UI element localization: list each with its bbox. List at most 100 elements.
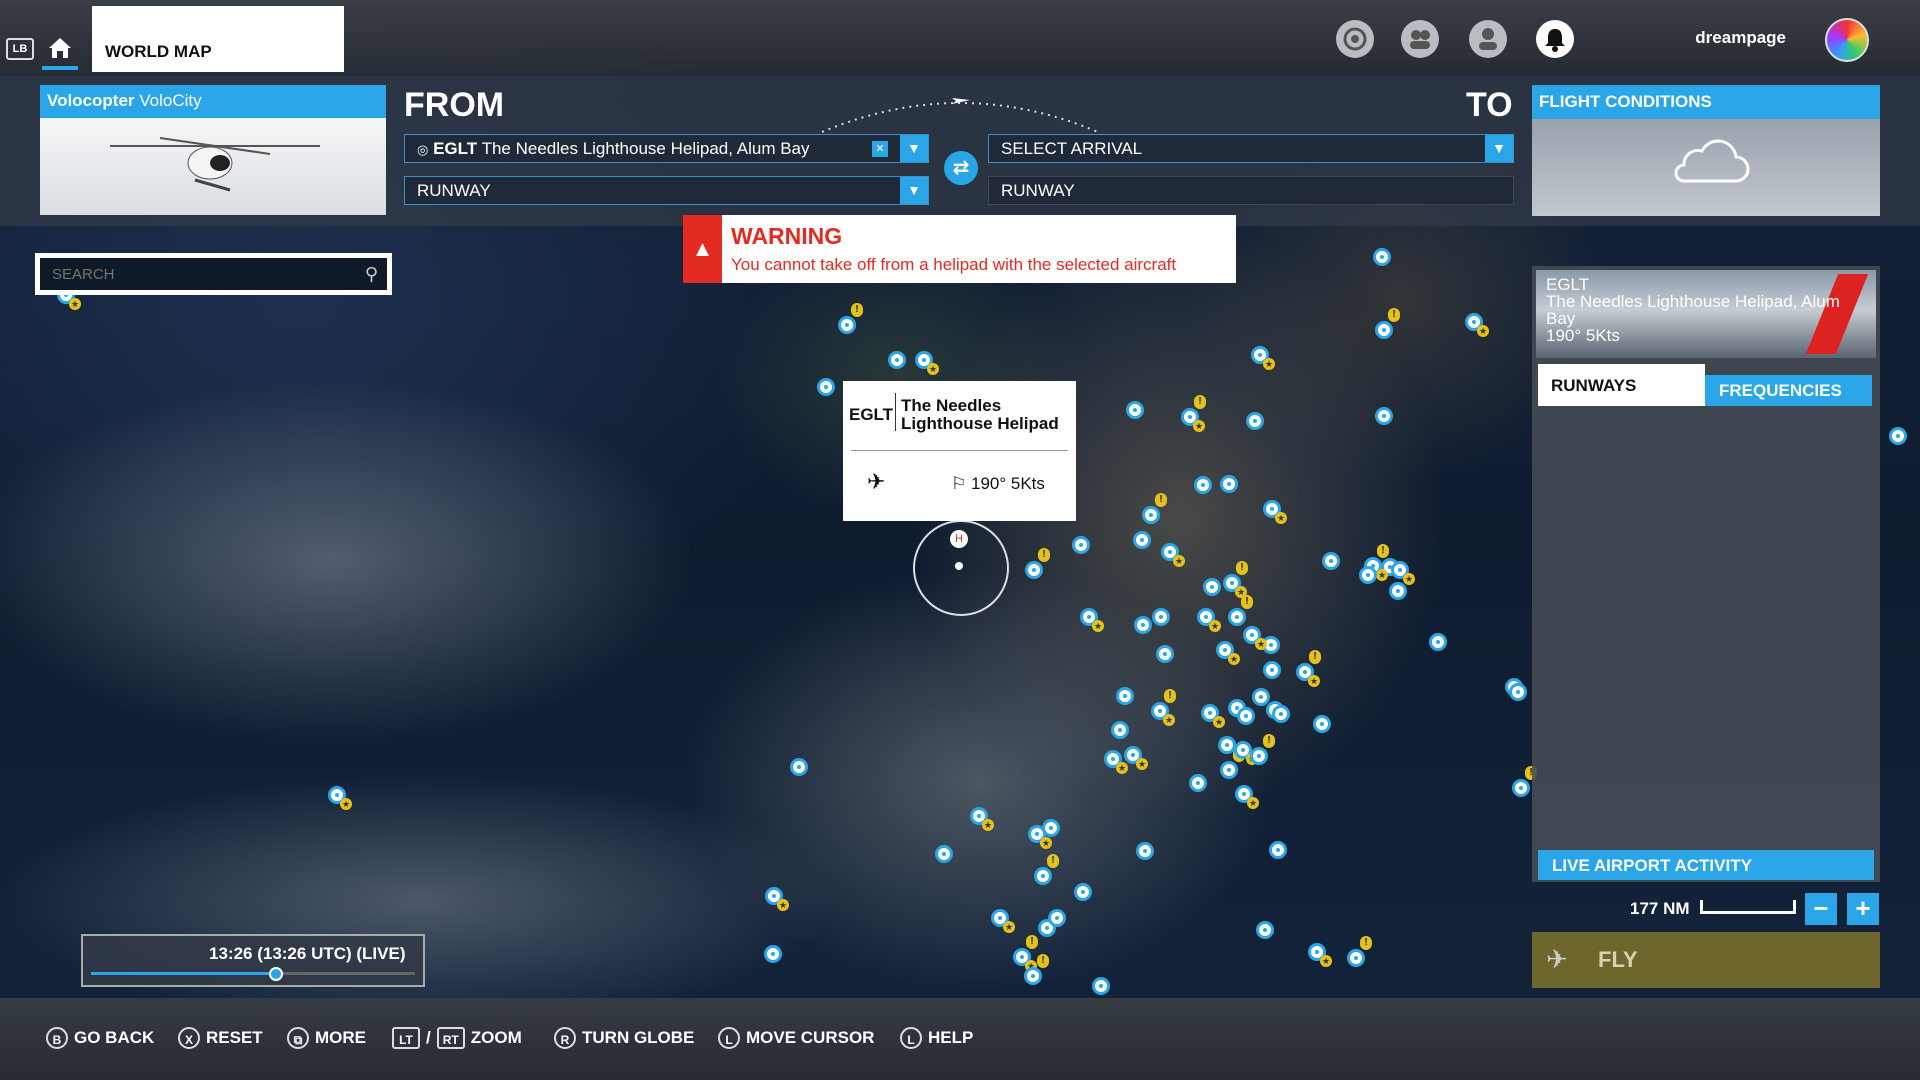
- airport-marker[interactable]: [790, 758, 808, 776]
- menu-button-icon: ⧉: [287, 1027, 309, 1049]
- takeoff-icon: ✈: [867, 469, 886, 494]
- airport-marker[interactable]: [1269, 841, 1287, 859]
- helipad-marker[interactable]: H: [950, 530, 968, 548]
- airport-marker[interactable]: [1272, 705, 1290, 723]
- reset-button[interactable]: X RESET: [178, 1027, 263, 1049]
- tab-world-map[interactable]: WORLD MAP: [92, 6, 344, 72]
- airport-marker[interactable]: [1373, 248, 1391, 266]
- airport-marker[interactable]: [1512, 779, 1530, 797]
- live-airport-activity-button[interactable]: LIVE AIRPORT ACTIVITY: [1538, 850, 1874, 880]
- airport-marker[interactable]: [1024, 967, 1042, 985]
- airport-marker[interactable]: [888, 351, 906, 369]
- airport-marker[interactable]: [1203, 578, 1221, 596]
- airport-marker[interactable]: [1152, 608, 1170, 626]
- airport-marker[interactable]: [1375, 407, 1393, 425]
- turn-globe-button[interactable]: R TURN GLOBE: [554, 1027, 694, 1049]
- arrival-runway-select[interactable]: RUNWAY: [988, 176, 1514, 205]
- username[interactable]: dreampage: [1695, 28, 1786, 48]
- airport-marker[interactable]: [1263, 661, 1281, 679]
- home-button[interactable]: [40, 30, 80, 70]
- tab-frequencies[interactable]: FREQUENCIES: [1705, 375, 1872, 406]
- profile-icon[interactable]: [1469, 20, 1507, 58]
- search-box[interactable]: ⚲: [35, 253, 392, 295]
- avatar[interactable]: [1825, 18, 1869, 62]
- popup-code: EGLT: [849, 405, 894, 424]
- airport-marker[interactable]: [1048, 909, 1066, 927]
- chevron-down-icon[interactable]: ▼: [900, 177, 928, 204]
- departure-runway-select[interactable]: RUNWAY ▼: [404, 176, 929, 205]
- move-cursor-button[interactable]: L MOVE CURSOR: [718, 1027, 874, 1049]
- airport-marker[interactable]: [1133, 531, 1151, 549]
- zoom-out-button[interactable]: −: [1805, 893, 1837, 925]
- more-button[interactable]: ⧉ MORE: [287, 1027, 366, 1049]
- plus-icon: +: [1855, 893, 1871, 923]
- airport-marker[interactable]: [1429, 633, 1447, 651]
- fly-label: FLY: [1598, 947, 1638, 972]
- aircraft-card[interactable]: Volocopter VoloCity: [40, 85, 386, 215]
- swap-route-button[interactable]: ⇄: [944, 151, 978, 185]
- airport-marker[interactable]: [1025, 561, 1043, 579]
- airport-marker[interactable]: [1220, 761, 1238, 779]
- flight-conditions-card[interactable]: FLIGHT CONDITIONS: [1532, 85, 1880, 216]
- friends-icon[interactable]: [1401, 20, 1439, 58]
- airport-marker[interactable]: [1142, 506, 1160, 524]
- time-control[interactable]: 13:26 (13:26 UTC) (LIVE): [81, 934, 425, 987]
- lb-button-hint[interactable]: LB: [6, 38, 34, 60]
- airport-marker[interactable]: [1074, 883, 1092, 901]
- chevron-down-icon[interactable]: ▼: [1485, 135, 1513, 162]
- airport-marker[interactable]: [1072, 536, 1090, 554]
- search-input[interactable]: [40, 258, 387, 290]
- airport-marker[interactable]: [1134, 616, 1152, 634]
- airport-marker[interactable]: [1889, 427, 1907, 445]
- departure-select[interactable]: ◎ EGLT The Needles Lighthouse Helipad, A…: [404, 134, 929, 163]
- search-icon[interactable]: ⚲: [365, 264, 378, 285]
- airport-marker[interactable]: [1313, 715, 1331, 733]
- airport-marker[interactable]: [1034, 867, 1052, 885]
- tab-runways[interactable]: RUNWAYS: [1538, 364, 1705, 406]
- airport-marker[interactable]: [1509, 683, 1527, 701]
- airport-popup[interactable]: EGLT The Needles Lighthouse Helipad ✈ ⚐ …: [843, 381, 1076, 521]
- airport-marker[interactable]: [1156, 645, 1174, 663]
- time-slider-fill: [91, 972, 276, 975]
- airport-marker[interactable]: [1092, 977, 1110, 995]
- alert-icon: !: [1360, 936, 1372, 950]
- lt-button-icon: LT: [392, 1027, 420, 1049]
- airport-marker[interactable]: [764, 945, 782, 963]
- airport-marker[interactable]: [1322, 552, 1340, 570]
- airport-marker[interactable]: [1389, 582, 1407, 600]
- airport-marker[interactable]: [1359, 566, 1377, 584]
- clear-departure-button[interactable]: ✕: [872, 141, 888, 157]
- notifications-icon[interactable]: [1536, 20, 1574, 58]
- arrival-select[interactable]: SELECT ARRIVAL ▼: [988, 134, 1514, 163]
- airport-marker[interactable]: [1375, 321, 1393, 339]
- airport-marker[interactable]: [1136, 842, 1154, 860]
- help-button[interactable]: L HELP: [900, 1027, 973, 1049]
- airport-marker[interactable]: [1246, 412, 1264, 430]
- airport-marker[interactable]: [1126, 401, 1144, 419]
- airport-marker[interactable]: [1256, 921, 1274, 939]
- zoom-in-button[interactable]: +: [1847, 893, 1879, 925]
- airport-marker[interactable]: [1228, 608, 1246, 626]
- chevron-down-icon[interactable]: ▼: [900, 135, 928, 162]
- airport-marker[interactable]: [1252, 688, 1270, 706]
- fly-button[interactable]: ✈ FLY: [1532, 932, 1880, 988]
- airport-marker[interactable]: [1250, 747, 1268, 765]
- time-slider-handle[interactable]: [268, 967, 283, 981]
- airport-marker[interactable]: [1347, 949, 1365, 967]
- more-label: MORE: [315, 1028, 366, 1047]
- go-back-button[interactable]: B GO BACK: [46, 1027, 154, 1049]
- time-text: 13:26 (13:26 UTC) (LIVE): [209, 944, 406, 963]
- star-icon: ★: [1228, 653, 1240, 665]
- airport-marker[interactable]: [838, 316, 856, 334]
- airport-marker[interactable]: [1220, 475, 1238, 493]
- zoom-hint[interactable]: LT / RT ZOOM: [392, 1027, 522, 1049]
- airport-marker[interactable]: [1194, 476, 1212, 494]
- airport-marker[interactable]: [1237, 707, 1255, 725]
- airport-marker[interactable]: [1111, 721, 1129, 739]
- airport-marker[interactable]: [1189, 774, 1207, 792]
- lightning-icon[interactable]: [1336, 20, 1374, 58]
- airport-marker[interactable]: [935, 845, 953, 863]
- help-label: HELP: [928, 1028, 974, 1047]
- airport-marker[interactable]: [1116, 687, 1134, 705]
- airport-marker[interactable]: [817, 378, 835, 396]
